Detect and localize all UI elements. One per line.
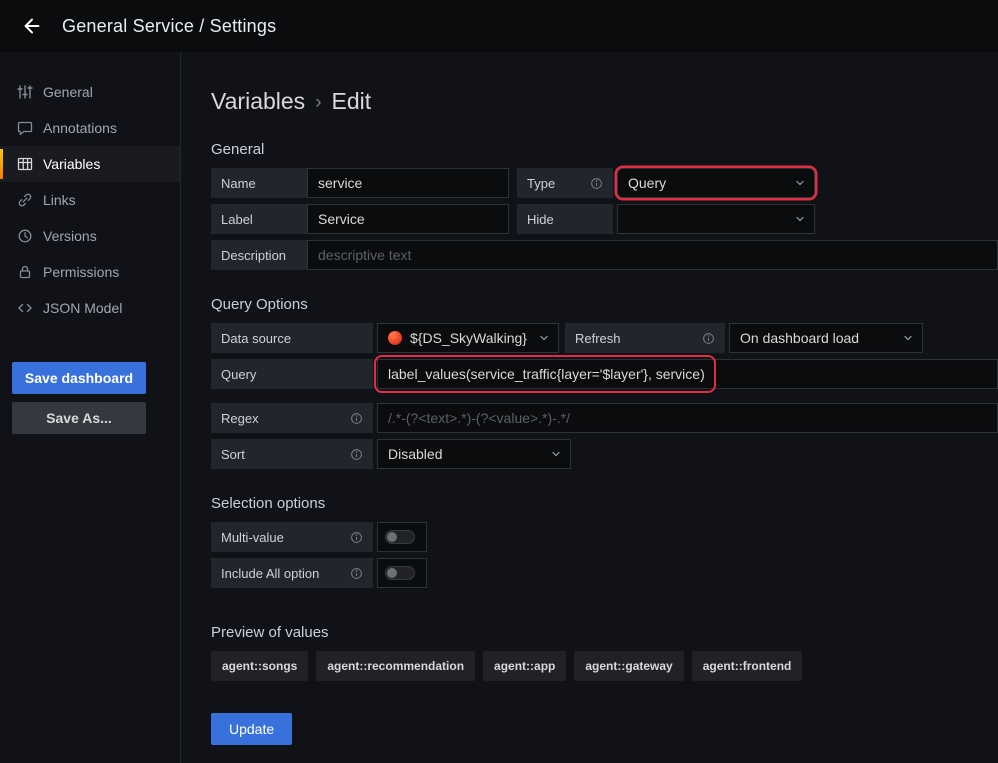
name-field-label: Name	[211, 168, 307, 198]
update-button[interactable]: Update	[211, 713, 292, 745]
history-icon	[17, 228, 33, 244]
include-all-toggle[interactable]	[377, 558, 427, 588]
chevron-down-icon	[902, 332, 914, 344]
preview-value-chip: agent::frontend	[692, 651, 803, 681]
info-icon	[350, 448, 363, 461]
description-row: Description	[211, 240, 998, 270]
name-type-row: Name Type Query	[211, 168, 998, 198]
data-source-select[interactable]: ${DS_SkyWalking}	[377, 323, 559, 353]
breadcrumb-current: Edit	[332, 88, 372, 115]
sort-row: Sort Disabled	[211, 439, 998, 469]
multi-value-row: Multi-value	[211, 522, 998, 552]
sidebar-item-label: Permissions	[43, 264, 119, 280]
sidebar-item-variables[interactable]: Variables	[0, 146, 180, 182]
sidebar-item-label: Annotations	[43, 120, 117, 136]
sort-select[interactable]: Disabled	[377, 439, 571, 469]
label-input[interactable]	[307, 204, 509, 234]
table-icon	[17, 156, 33, 172]
query-row: Query	[211, 359, 998, 389]
comment-icon	[17, 120, 33, 136]
multi-value-field-label: Multi-value	[211, 522, 373, 552]
chevron-down-icon	[538, 332, 550, 344]
toggle-track	[385, 530, 415, 544]
label-field-label: Label	[211, 204, 307, 234]
page-title: General Service / Settings	[62, 16, 276, 37]
type-select[interactable]: Query	[617, 168, 815, 198]
sidebar-item-links[interactable]: Links	[0, 182, 180, 218]
info-icon	[590, 177, 603, 190]
preview-value-chip: agent::app	[483, 651, 566, 681]
refresh-field-label: Refresh	[565, 323, 725, 353]
include-all-row: Include All option	[211, 558, 998, 588]
sidebar-item-permissions[interactable]: Permissions	[0, 254, 180, 290]
back-button[interactable]	[14, 8, 50, 44]
label-hide-row: Label Hide	[211, 204, 998, 234]
description-input[interactable]	[307, 240, 998, 270]
section-title-selection-options: Selection options	[211, 495, 998, 512]
section-title-general: General	[211, 141, 998, 158]
chevron-down-icon	[794, 213, 806, 225]
sidebar-item-label: Variables	[43, 156, 100, 172]
save-as-button[interactable]: Save As...	[12, 402, 146, 434]
sidebar-item-json-model[interactable]: JSON Model	[0, 290, 180, 326]
regex-input[interactable]	[377, 403, 998, 433]
info-icon	[350, 567, 363, 580]
type-field-label: Type	[517, 168, 613, 198]
name-input[interactable]	[307, 168, 509, 198]
sidebar-item-label: JSON Model	[43, 300, 122, 316]
settings-sidebar: General Annotations Variables Links Vers…	[0, 52, 181, 763]
refresh-select[interactable]: On dashboard load	[729, 323, 923, 353]
datasource-logo-icon	[388, 331, 402, 345]
preview-values: agent::songs agent::recommendation agent…	[211, 651, 998, 681]
lock-icon	[17, 264, 33, 280]
section-title-query-options: Query Options	[211, 296, 998, 313]
link-icon	[17, 192, 33, 208]
arrow-left-icon	[21, 15, 43, 37]
breadcrumb: Variables › Edit	[211, 88, 998, 115]
regex-field-label: Regex	[211, 403, 373, 433]
sidebar-item-versions[interactable]: Versions	[0, 218, 180, 254]
sidebar-item-general[interactable]: General	[0, 74, 180, 110]
data-source-row: Data source ${DS_SkyWalking} Refresh On …	[211, 323, 998, 353]
info-icon	[350, 412, 363, 425]
preview-value-chip: agent::gateway	[574, 651, 683, 681]
hide-field-label: Hide	[517, 204, 613, 234]
chevron-down-icon	[550, 448, 562, 460]
hide-select[interactable]	[617, 204, 815, 234]
data-source-field-label: Data source	[211, 323, 373, 353]
save-dashboard-button[interactable]: Save dashboard	[12, 362, 146, 394]
top-bar: General Service / Settings	[0, 0, 998, 52]
chevron-down-icon	[794, 177, 806, 189]
sliders-icon	[17, 84, 33, 100]
sidebar-item-label: Versions	[43, 228, 97, 244]
multi-value-toggle[interactable]	[377, 522, 427, 552]
query-field-label: Query	[211, 359, 373, 389]
sidebar-item-label: Links	[43, 192, 76, 208]
include-all-field-label: Include All option	[211, 558, 373, 588]
breadcrumb-separator: ›	[315, 90, 321, 114]
breadcrumb-parent[interactable]: Variables	[211, 88, 305, 115]
sort-field-label: Sort	[211, 439, 373, 469]
code-icon	[17, 300, 33, 316]
toggle-knob	[387, 532, 397, 542]
main-content: Variables › Edit General Name Type Query	[181, 52, 998, 763]
sidebar-item-annotations[interactable]: Annotations	[0, 110, 180, 146]
description-field-label: Description	[211, 240, 307, 270]
preview-value-chip: agent::songs	[211, 651, 308, 681]
regex-row: Regex	[211, 403, 998, 433]
info-icon	[350, 531, 363, 544]
section-title-preview: Preview of values	[211, 624, 998, 641]
query-input[interactable]	[377, 359, 998, 389]
preview-value-chip: agent::recommendation	[316, 651, 475, 681]
sidebar-item-label: General	[43, 84, 93, 100]
toggle-knob	[387, 568, 397, 578]
info-icon	[702, 332, 715, 345]
toggle-track	[385, 566, 415, 580]
